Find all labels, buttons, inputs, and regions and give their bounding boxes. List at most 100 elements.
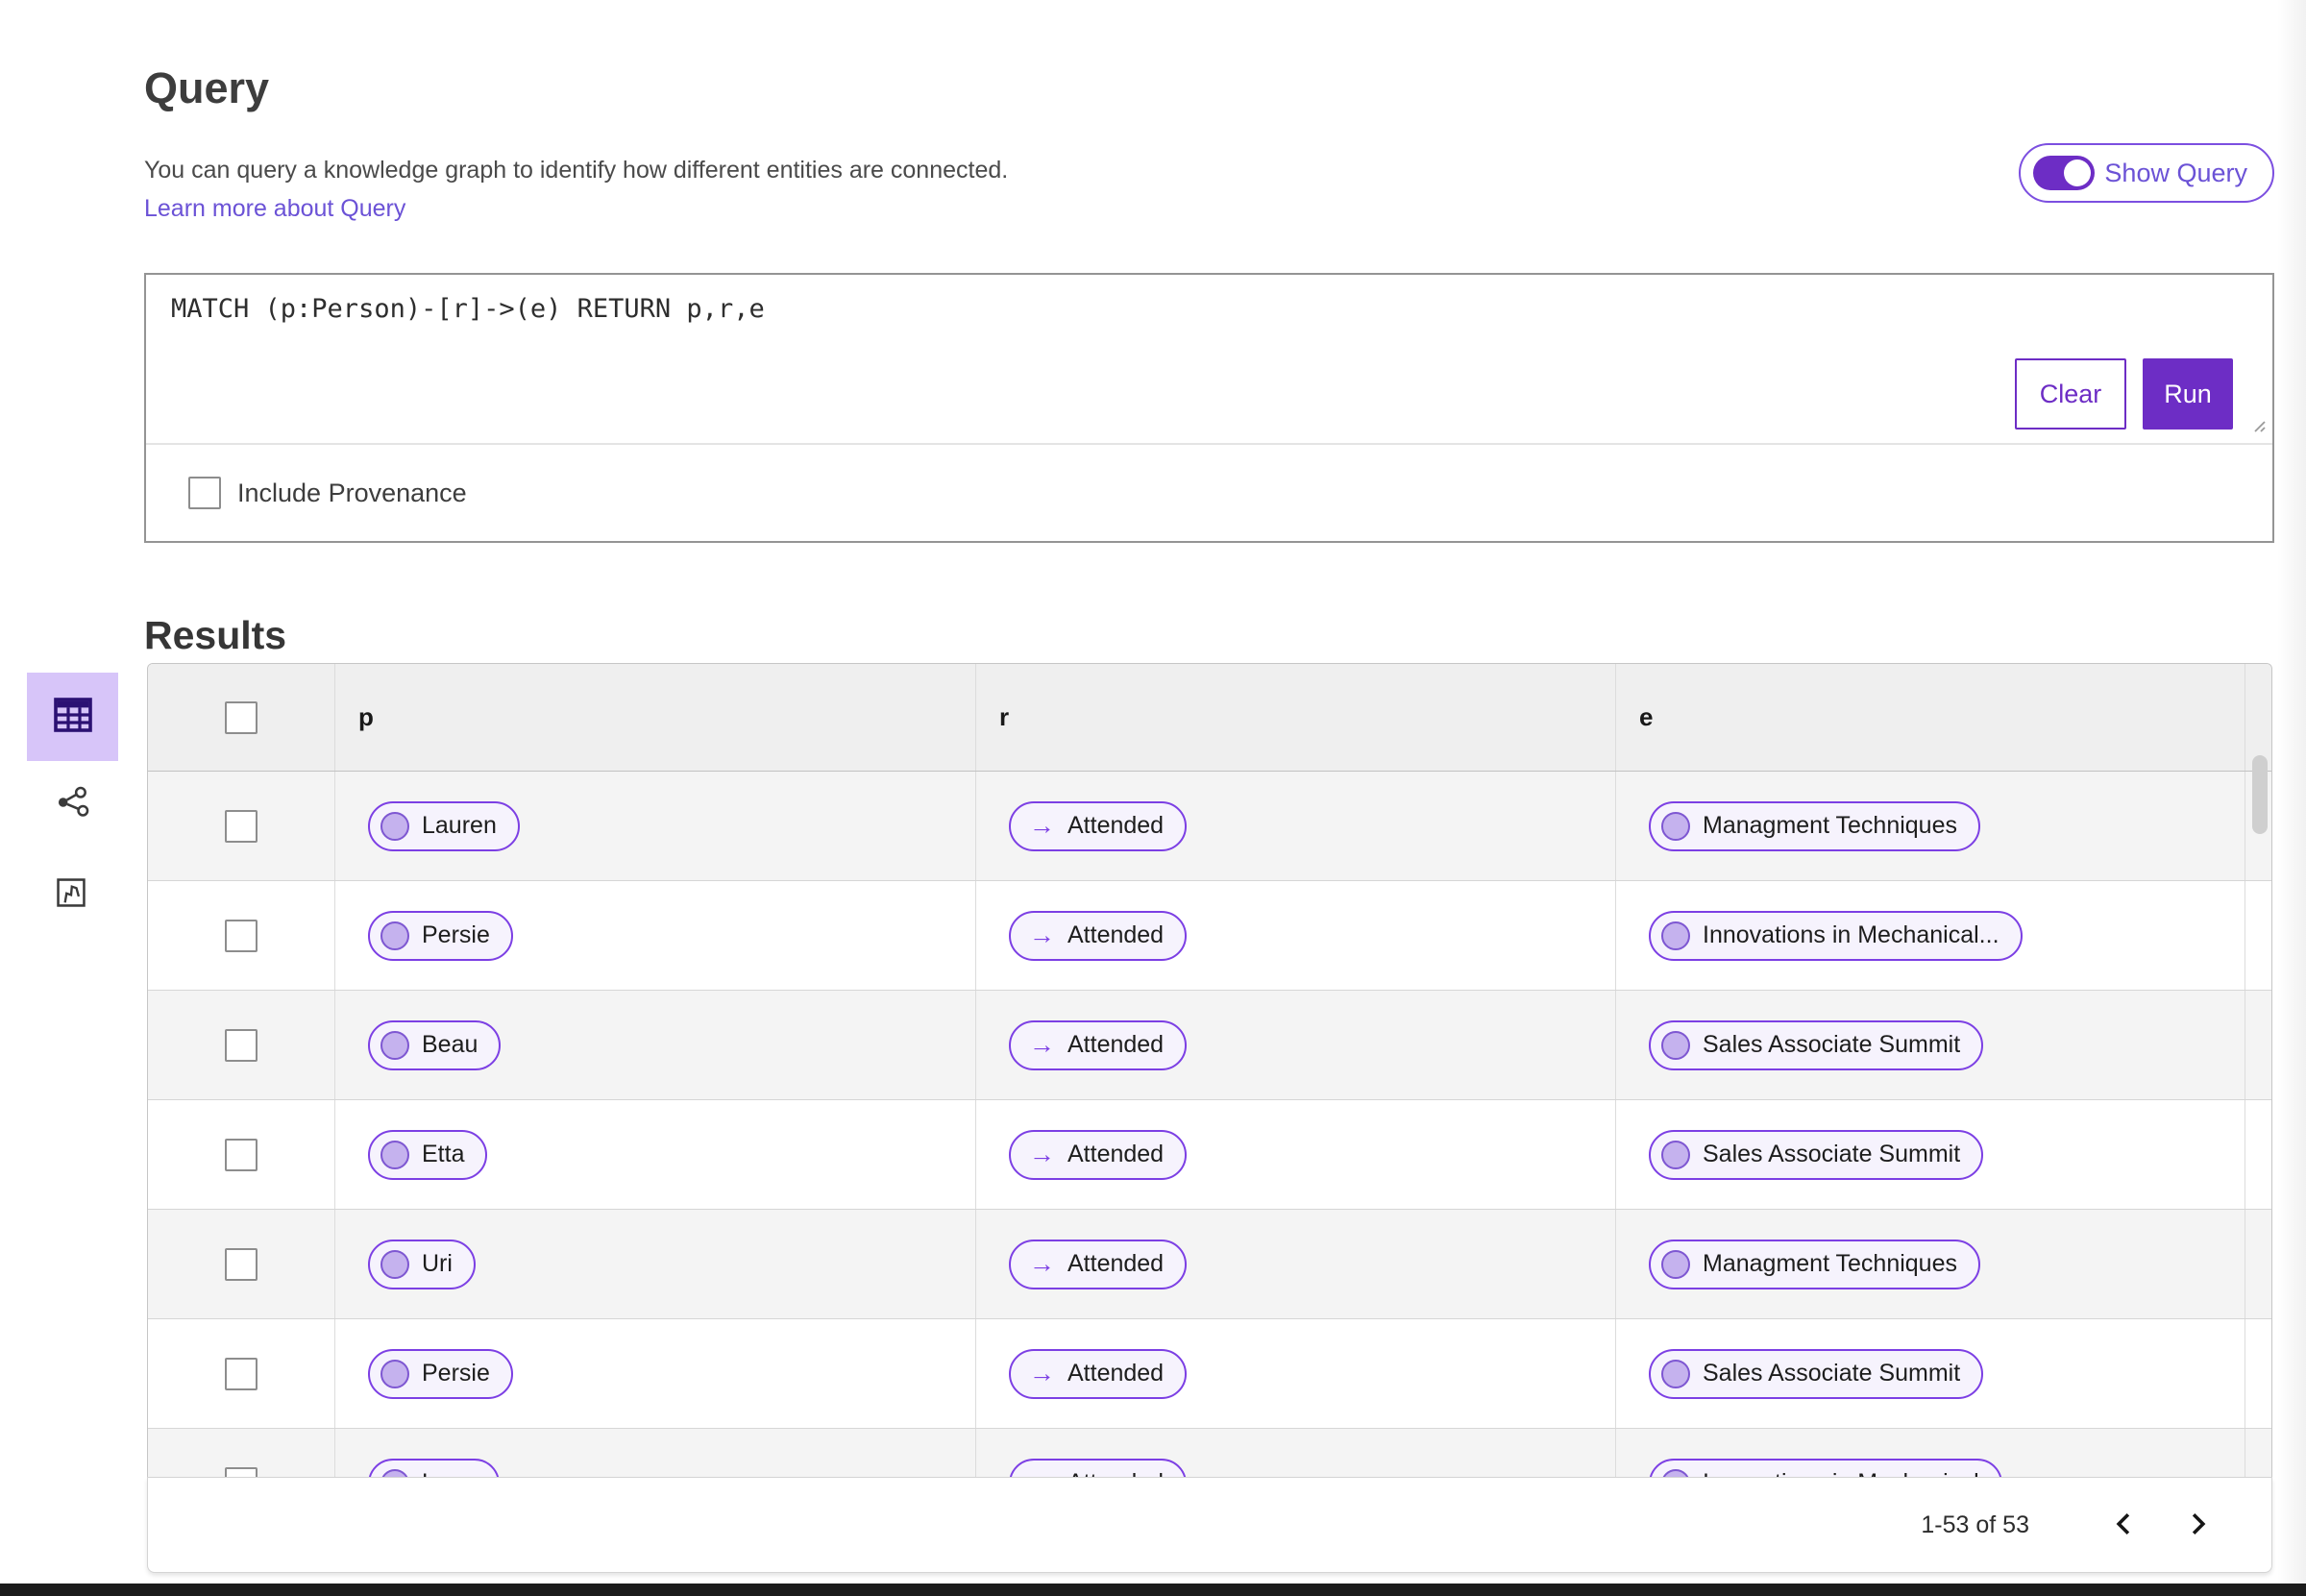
- table-row: Larry → Attended Innovations in Mechanica…: [148, 1428, 2271, 1477]
- entity-pill[interactable]: Sales Associate Summit: [1649, 1348, 1984, 1399]
- table-row: Beau → Attended Sales Associate Summit: [148, 990, 2271, 1099]
- entity-pill[interactable]: Sales Associate Summit: [1649, 1129, 1984, 1180]
- toggle-switch-icon[interactable]: [2033, 156, 2096, 190]
- entity-pill[interactable]: Etta: [368, 1129, 488, 1180]
- query-editor[interactable]: MATCH (p:Person)-[r]->(e) RETURN p,r,e: [146, 275, 2272, 445]
- pagination-range-label: 1-53 of 53: [1921, 1510, 2029, 1538]
- row-checkbox[interactable]: [225, 1466, 258, 1477]
- table-row: Persie → Attended Sales Associate Summit: [148, 1318, 2271, 1428]
- table-row: Persie → Attended Innovations in Mechanic…: [148, 880, 2271, 990]
- entity-dot-icon: [1661, 1359, 1690, 1388]
- view-table-button[interactable]: [27, 673, 118, 761]
- entity-label: Lauren: [422, 812, 497, 839]
- page-title: Query: [144, 63, 270, 113]
- arrow-right-icon: →: [1029, 811, 1055, 840]
- entity-dot-icon: [380, 1249, 409, 1279]
- row-checkbox[interactable]: [225, 919, 258, 952]
- row-checkbox[interactable]: [225, 1247, 258, 1281]
- entity-label: Innovations in Mechanical...: [1703, 921, 1999, 948]
- entity-pill[interactable]: Sales Associate Summit: [1649, 1019, 1984, 1070]
- relation-pill[interactable]: → Attended: [1009, 800, 1188, 851]
- table-row: Etta → Attended Sales Associate Summit: [148, 1099, 2271, 1209]
- query-panel: MATCH (p:Person)-[r]->(e) RETURN p,r,e I…: [144, 273, 2274, 543]
- entity-label: Uri: [422, 1250, 453, 1277]
- relation-pill[interactable]: → Attended: [1009, 1348, 1188, 1399]
- run-button[interactable]: Run: [2143, 358, 2233, 430]
- entity-pill[interactable]: Managment Techniques: [1649, 800, 1980, 851]
- entity-label: Sales Associate Summit: [1703, 1141, 1961, 1167]
- entity-dot-icon: [380, 811, 409, 841]
- row-checkbox[interactable]: [225, 1357, 258, 1390]
- entity-label: Larry: [422, 1469, 477, 1477]
- entity-label: Managment Techniques: [1703, 812, 1957, 839]
- next-page-button[interactable]: [2179, 1506, 2218, 1544]
- relation-pill[interactable]: → Attended: [1009, 1458, 1188, 1478]
- include-provenance-checkbox[interactable]: [188, 477, 221, 509]
- entity-dot-icon: [380, 921, 409, 950]
- window-bottom-bar: [0, 1584, 2306, 1596]
- results-title: Results: [144, 613, 287, 658]
- relation-label: Attended: [1067, 1469, 1164, 1477]
- clear-button[interactable]: Clear: [2015, 358, 2126, 430]
- entity-pill[interactable]: Uri: [368, 1239, 476, 1289]
- entity-pill[interactable]: Persie: [368, 910, 513, 961]
- toggle-knob: [2064, 160, 2092, 186]
- entity-dot-icon: [1661, 811, 1690, 841]
- relation-label: Attended: [1067, 1031, 1165, 1058]
- query-controls: Include Provenance Clear Run: [146, 358, 2272, 541]
- entity-pill[interactable]: Persie: [368, 1348, 513, 1399]
- entity-dot-icon: [380, 1140, 409, 1169]
- column-header-e: e: [1639, 702, 1654, 731]
- entity-pill[interactable]: Innovations in Mechanical...: [1649, 910, 2023, 961]
- entity-label: Beau: [422, 1031, 478, 1058]
- entity-dot-icon: [1661, 1249, 1690, 1279]
- previous-page-button[interactable]: [2104, 1506, 2143, 1544]
- show-query-label: Show Query: [2104, 158, 2247, 187]
- row-checkbox[interactable]: [225, 1138, 258, 1171]
- arrow-right-icon: →: [1021, 1470, 1055, 1478]
- column-header-p: p: [358, 702, 374, 731]
- entity-dot-icon: [380, 1030, 409, 1060]
- entity-pill[interactable]: Lauren: [368, 800, 520, 851]
- learn-more-link[interactable]: Learn more about Query: [144, 195, 405, 223]
- arrow-right-icon: →: [1029, 921, 1055, 949]
- relation-pill[interactable]: → Attended: [1009, 1239, 1188, 1289]
- entity-pill[interactable]: Beau: [368, 1019, 502, 1070]
- table-row: Uri → Attended Managment Techniques: [148, 1209, 2271, 1318]
- table-pagination-footer: 1-53 of 53: [147, 1477, 2272, 1573]
- table-scrollbar-thumb[interactable]: [2252, 755, 2268, 834]
- view-graph-button[interactable]: [46, 776, 100, 830]
- relation-label: Attended: [1067, 1360, 1165, 1387]
- select-all-checkbox[interactable]: [225, 700, 258, 734]
- entity-dot-icon: [380, 1359, 409, 1388]
- resize-handle-icon[interactable]: [2248, 415, 2268, 439]
- entity-label: Managment Techniques: [1703, 1250, 1957, 1277]
- entity-pill[interactable]: Larry: [368, 1458, 500, 1477]
- relation-label: Attended: [1067, 1141, 1165, 1167]
- relation-pill[interactable]: → Attended: [1009, 1019, 1188, 1070]
- view-map-button[interactable]: [44, 867, 98, 921]
- entity-label: Persie: [422, 921, 490, 948]
- results-table: p r e Lauren → Attended Managment Techniq…: [147, 663, 2272, 1477]
- page-description: You can query a knowledge graph to ident…: [144, 157, 1009, 184]
- table-header-row: p r e: [148, 664, 2271, 772]
- entity-dot-icon: [1661, 921, 1690, 950]
- entity-label: Sales Associate Summit: [1703, 1360, 1961, 1387]
- table-view-icon: [50, 692, 96, 743]
- entity-label: Persie: [422, 1360, 490, 1387]
- entity-pill[interactable]: Managment Techniques: [1649, 1239, 1980, 1289]
- row-checkbox[interactable]: [225, 809, 258, 843]
- relation-pill[interactable]: → Attended: [1009, 1129, 1188, 1180]
- chevron-left-icon: [2113, 1511, 2134, 1539]
- relation-label: Attended: [1067, 1250, 1165, 1277]
- relation-pill[interactable]: → Attended: [1009, 910, 1188, 961]
- row-checkbox[interactable]: [225, 1028, 258, 1062]
- show-query-toggle[interactable]: Show Query: [2019, 143, 2274, 203]
- table-row: Lauren → Attended Managment Techniques: [148, 772, 2271, 880]
- query-text[interactable]: MATCH (p:Person)-[r]->(e) RETURN p,r,e: [171, 294, 2234, 324]
- graph-view-icon: [55, 784, 91, 823]
- relation-label: Attended: [1067, 921, 1165, 948]
- arrow-right-icon: →: [1029, 1249, 1055, 1278]
- relation-label: Attended: [1067, 812, 1165, 839]
- entity-pill[interactable]: Innovations in Mechanical: [1649, 1458, 2002, 1477]
